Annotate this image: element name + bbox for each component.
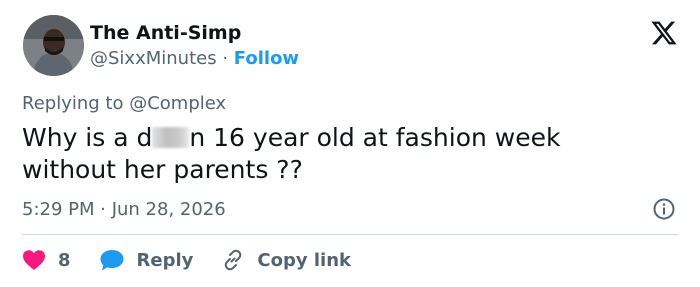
redaction-blur: [152, 127, 190, 148]
author-name[interactable]: The Anti-Simp: [90, 22, 241, 44]
avatar[interactable]: [23, 15, 84, 76]
author-handle[interactable]: @SixxMinutes: [90, 48, 217, 69]
copy-link-label: Copy link: [257, 249, 351, 271]
follow-button[interactable]: Follow: [234, 48, 299, 69]
like-button[interactable]: 8: [22, 249, 71, 271]
author-handle-row: @SixxMinutes · Follow: [90, 48, 299, 69]
tweet-timestamp[interactable]: 5:29 PM · Jun 28, 2026: [22, 199, 226, 220]
divider: [22, 234, 678, 235]
tweet-card: The Anti-Simp @SixxMinutes · Follow Repl…: [0, 0, 700, 287]
replying-prefix: Replying to: [22, 93, 124, 114]
copy-link-button[interactable]: Copy link: [221, 248, 351, 272]
tweet-text-part1: Why is a d: [22, 123, 153, 152]
tweet-text: Why is a dn 16 year old at fashion week …: [22, 122, 662, 186]
info-icon[interactable]: [652, 197, 676, 221]
reply-button[interactable]: Reply: [99, 248, 194, 272]
chat-bubble-icon: [100, 250, 124, 271]
separator-dot: ·: [222, 48, 229, 69]
tweet-text-part2: n 16 year old at fashion week: [189, 123, 561, 152]
heart-icon: [23, 250, 45, 270]
reply-label: Reply: [136, 249, 194, 271]
like-count: 8: [58, 249, 71, 271]
reply-mention-link[interactable]: @Complex: [129, 93, 226, 114]
tweet-text-line2: without her parents ??: [22, 155, 303, 184]
replying-to: Replying to @Complex: [22, 93, 226, 114]
x-logo-icon[interactable]: [650, 19, 678, 47]
link-icon: [225, 249, 242, 271]
action-bar: 8 Reply Copy link: [22, 248, 379, 272]
